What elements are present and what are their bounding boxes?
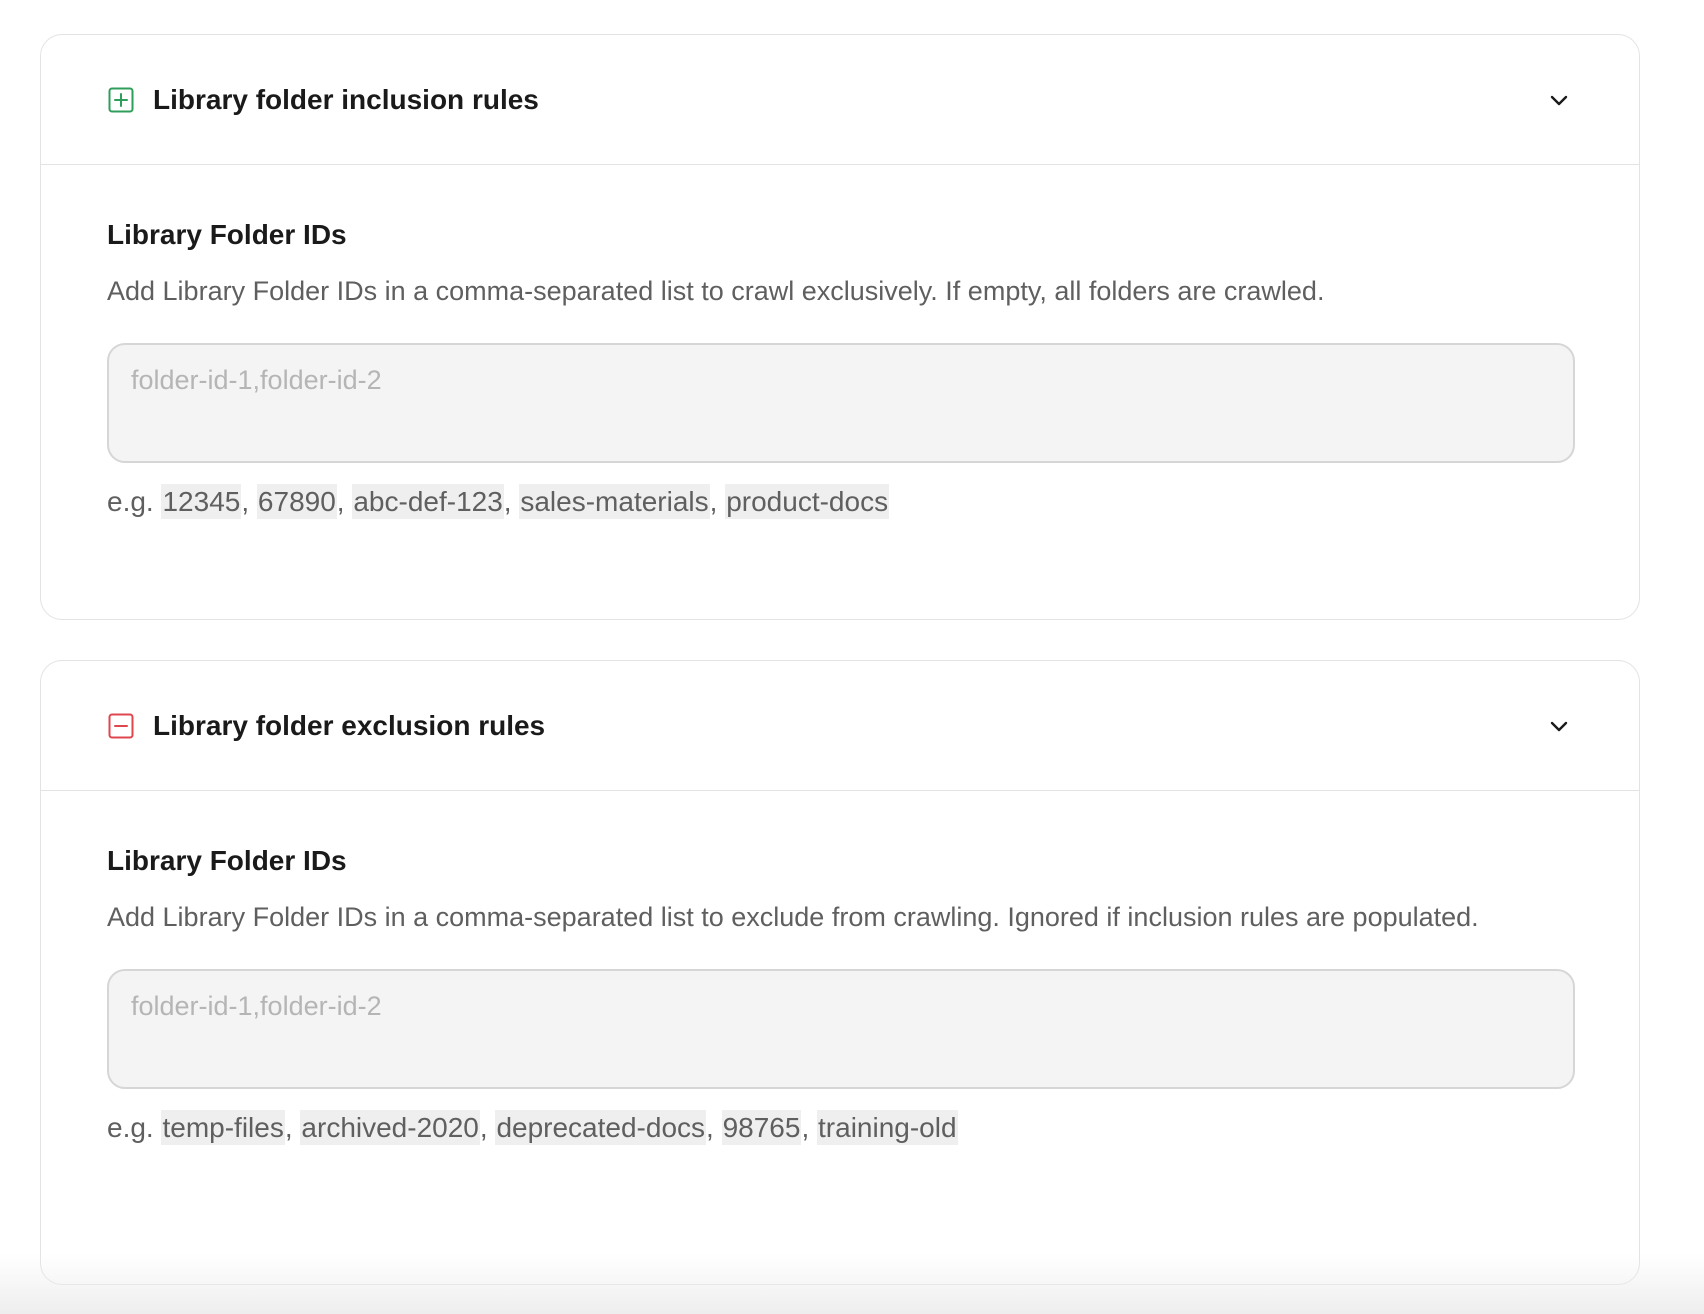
plus-square-icon: [107, 86, 135, 114]
examples-prefix: e.g.: [107, 486, 154, 517]
exclusion-folder-ids-input[interactable]: [107, 969, 1575, 1089]
field-label: Library Folder IDs: [107, 219, 347, 250]
examples-hint: e.g. 12345, 67890, abc-def-123, sales-ma…: [107, 484, 890, 519]
example-chip: archived-2020: [300, 1110, 480, 1145]
chevron-down-icon[interactable]: [1545, 712, 1573, 740]
field-description: Add Library Folder IDs in a comma-separa…: [107, 276, 1325, 306]
example-chip: temp-files: [161, 1110, 285, 1145]
examples-hint: e.g. temp-files, archived-2020, deprecat…: [107, 1110, 958, 1145]
example-chip: abc-def-123: [352, 484, 504, 519]
chevron-down-icon[interactable]: [1545, 86, 1573, 114]
exclusion-rules-title: Library folder exclusion rules: [153, 709, 546, 741]
example-chip: 12345: [161, 484, 242, 519]
example-chip: training-old: [817, 1110, 958, 1145]
inclusion-rules-header[interactable]: Library folder inclusion rules: [41, 35, 1639, 165]
example-chip: 98765: [721, 1110, 802, 1145]
inclusion-rules-card: Library folder inclusion rules Library F…: [40, 34, 1640, 620]
field-label: Library Folder IDs: [107, 845, 347, 876]
inclusion-folder-ids-input[interactable]: [107, 343, 1575, 463]
exclusion-rules-header[interactable]: Library folder exclusion rules: [41, 661, 1639, 791]
inclusion-rules-body: Library Folder IDs Add Library Folder ID…: [41, 165, 1639, 619]
page: Library folder inclusion rules Library F…: [0, 0, 1704, 1314]
examples-prefix: e.g.: [107, 1112, 154, 1143]
example-chip: sales-materials: [519, 484, 710, 519]
example-chip: product-docs: [725, 484, 890, 519]
field-description: Add Library Folder IDs in a comma-separa…: [107, 902, 1479, 932]
inclusion-rules-title: Library folder inclusion rules: [153, 83, 539, 115]
exclusion-rules-body: Library Folder IDs Add Library Folder ID…: [41, 791, 1639, 1284]
example-chip: 67890: [256, 484, 337, 519]
minus-square-icon: [107, 712, 135, 740]
exclusion-rules-card: Library folder exclusion rules Library F…: [40, 660, 1640, 1285]
example-chip: deprecated-docs: [495, 1110, 707, 1145]
